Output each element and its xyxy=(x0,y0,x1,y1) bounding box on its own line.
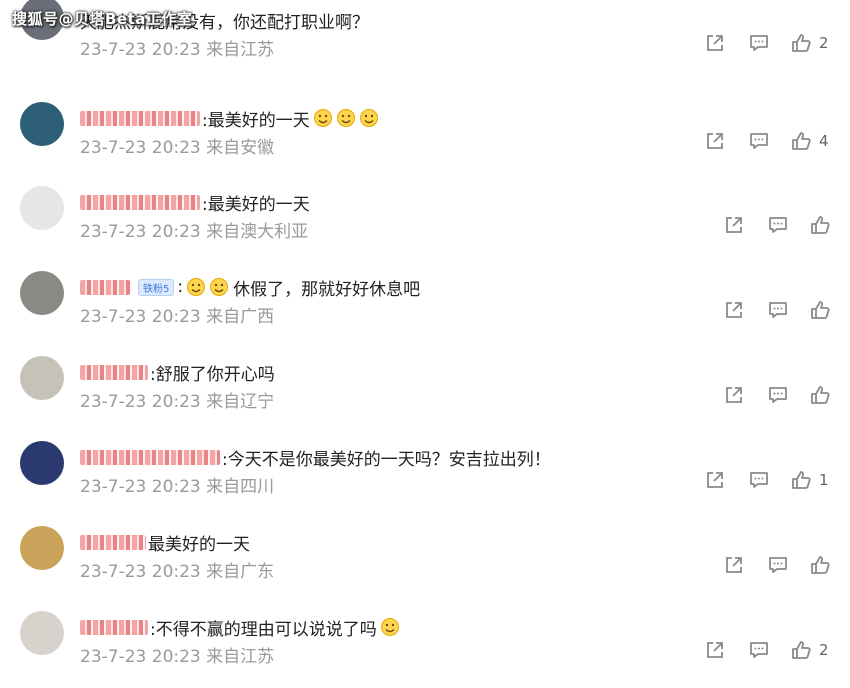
comment-item: :最美好的一天 23-7-23 20:23 来自澳大利亚 xyxy=(0,178,850,263)
share-icon[interactable] xyxy=(723,554,745,576)
share-icon[interactable] xyxy=(723,214,745,236)
share-icon[interactable] xyxy=(704,32,726,54)
like-icon[interactable] xyxy=(790,130,812,152)
comment-content: :今天不是你最美好的一天吗？安吉拉出列！ xyxy=(80,445,551,470)
username-redacted[interactable] xyxy=(80,364,148,380)
comment-icon[interactable] xyxy=(748,469,770,491)
comment-icon[interactable] xyxy=(767,554,789,576)
share-icon[interactable] xyxy=(704,130,726,152)
comment-actions: 1 xyxy=(0,469,850,493)
like-icon[interactable] xyxy=(809,554,831,576)
comment-content: :舒服了你开心吗 xyxy=(80,360,275,385)
comment-icon[interactable] xyxy=(748,32,770,54)
like-icon[interactable] xyxy=(790,469,812,491)
comment-item: 铁粉5: 休假了，那就好好休息吧 23-7-23 20:23 来自广西 xyxy=(0,263,850,348)
share-icon[interactable] xyxy=(723,384,745,406)
comment-actions xyxy=(0,554,850,578)
comment-text: :今天不是你最美好的一天吗？安吉拉出列！ xyxy=(222,449,551,470)
like-count: 4 xyxy=(819,132,829,150)
like-icon[interactable] xyxy=(809,384,831,406)
emoji-icon xyxy=(336,108,356,128)
share-icon[interactable] xyxy=(704,469,726,491)
comment-text: :最美好的一天 xyxy=(202,110,310,131)
username-redacted[interactable] xyxy=(80,110,200,126)
comment-text: :舒服了你开心吗 xyxy=(150,364,275,385)
username-redacted[interactable] xyxy=(80,449,220,465)
comment-content: 铁粉5: 休假了，那就好好休息吧 xyxy=(80,275,421,300)
share-icon[interactable] xyxy=(704,639,726,661)
like-icon[interactable] xyxy=(809,214,831,236)
like-count: 2 xyxy=(819,641,829,659)
comment-actions xyxy=(0,214,850,238)
comment-actions xyxy=(0,299,850,323)
username-redacted[interactable] xyxy=(80,534,146,550)
comment-text: 休假了，那就好好休息吧 xyxy=(233,279,421,300)
comment-text: :最美好的一天 xyxy=(202,194,310,215)
comment-actions: 2 xyxy=(0,639,850,663)
comment-icon[interactable] xyxy=(767,214,789,236)
comment-icon[interactable] xyxy=(748,639,770,661)
comment-item: :最美好的一天 23-7-23 20:23 来自安徽 4 xyxy=(0,94,850,179)
fan-badge: 铁粉5 xyxy=(138,278,175,296)
comment-content: :不得不赢的理由可以说说了吗 xyxy=(80,615,400,640)
emoji-icon xyxy=(209,277,229,297)
like-icon[interactable] xyxy=(790,639,812,661)
comment-actions: 2 xyxy=(0,32,850,56)
watermark: 搜狐号@贝塔Beta工作室 xyxy=(12,10,193,28)
comment-icon[interactable] xyxy=(767,384,789,406)
emoji-icon xyxy=(359,108,379,128)
comment-item: :舒服了你开心吗 23-7-23 20:23 来自辽宁 xyxy=(0,348,850,433)
like-icon[interactable] xyxy=(809,299,831,321)
comment-content: :最美好的一天 xyxy=(80,106,379,131)
like-count: 2 xyxy=(819,34,829,52)
comment-icon[interactable] xyxy=(748,130,770,152)
username-redacted[interactable] xyxy=(80,279,130,295)
username-redacted[interactable] xyxy=(80,619,148,635)
separator: : xyxy=(177,277,184,297)
like-icon[interactable] xyxy=(790,32,812,54)
comment-item: 最美好的一天 23-7-23 20:23 来自广东 xyxy=(0,518,850,603)
comment-content: :最美好的一天 xyxy=(80,190,310,215)
comment-text: :不得不赢的理由可以说说了吗 xyxy=(150,619,377,640)
share-icon[interactable] xyxy=(723,299,745,321)
emoji-icon xyxy=(186,277,206,297)
comment-item: :今天不是你最美好的一天吗？安吉拉出列！ 23-7-23 20:23 来自四川 1 xyxy=(0,433,850,518)
emoji-icon xyxy=(380,617,400,637)
emoji-icon xyxy=(313,108,333,128)
comment-content: 最美好的一天 xyxy=(80,530,250,555)
comment-text: 最美好的一天 xyxy=(148,534,250,555)
comment-actions: 4 xyxy=(0,130,850,154)
like-count: 1 xyxy=(819,471,829,489)
comment-item: :不得不赢的理由可以说说了吗 23-7-23 20:23 来自江苏 2 xyxy=(0,603,850,688)
username-redacted[interactable] xyxy=(80,194,200,210)
comment-actions xyxy=(0,384,850,408)
comment-icon[interactable] xyxy=(767,299,789,321)
